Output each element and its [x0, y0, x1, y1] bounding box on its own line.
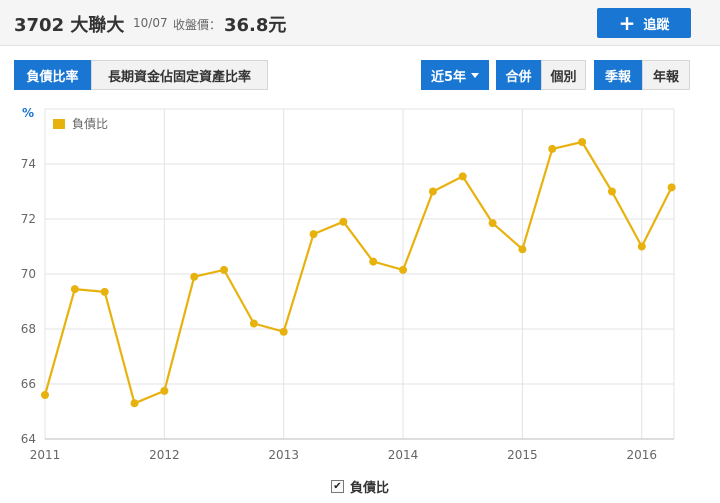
- data-point[interactable]: [578, 138, 587, 146]
- y-tick-label: 64: [21, 432, 36, 446]
- data-point[interactable]: [160, 386, 169, 395]
- x-tick-label: 2014: [388, 448, 419, 462]
- data-point[interactable]: [279, 327, 288, 336]
- data-point[interactable]: [458, 172, 467, 181]
- x-tick-label: 2012: [149, 448, 180, 462]
- data-point[interactable]: [249, 319, 258, 328]
- data-point[interactable]: [369, 257, 378, 266]
- data-point[interactable]: [518, 245, 527, 254]
- series-toggle[interactable]: ✔ 負債比: [0, 476, 720, 496]
- series-line: [43, 140, 673, 405]
- data-point[interactable]: [70, 285, 79, 294]
- y-tick-label: 72: [21, 212, 36, 226]
- series-toggle-label: 負債比: [349, 480, 389, 496]
- y-tick-label: 66: [21, 377, 36, 391]
- data-point[interactable]: [399, 265, 408, 274]
- x-tick-label: 2015: [507, 448, 538, 462]
- data-point[interactable]: [100, 287, 109, 296]
- legend-swatch: [53, 119, 65, 129]
- data-point[interactable]: [339, 217, 348, 226]
- data-point[interactable]: [190, 272, 199, 281]
- x-tick-label: 2013: [268, 448, 299, 462]
- data-point[interactable]: [548, 144, 557, 153]
- x-tick-label: 2016: [627, 448, 658, 462]
- y-tick-label: 70: [21, 267, 36, 281]
- data-point[interactable]: [309, 230, 318, 239]
- data-point[interactable]: [41, 391, 49, 399]
- data-point[interactable]: [220, 265, 229, 274]
- data-point[interactable]: [637, 242, 646, 251]
- checkbox-checked-icon[interactable]: ✔: [330, 479, 344, 493]
- data-point[interactable]: [428, 187, 437, 196]
- y-tick-label: 68: [21, 322, 36, 336]
- y-tick-label: 74: [21, 157, 36, 171]
- data-point[interactable]: [667, 183, 676, 192]
- debt-ratio-chart: % 64 66 68 70 72 74 2011 2012 2013 2014 2015 2016 負…: [21, 106, 676, 462]
- data-point[interactable]: [488, 219, 497, 228]
- data-point[interactable]: [130, 399, 139, 408]
- data-point[interactable]: [607, 187, 616, 196]
- y-axis-unit: %: [22, 106, 34, 120]
- x-tick-label: 2011: [30, 448, 61, 462]
- legend-label[interactable]: 負債比: [72, 116, 108, 131]
